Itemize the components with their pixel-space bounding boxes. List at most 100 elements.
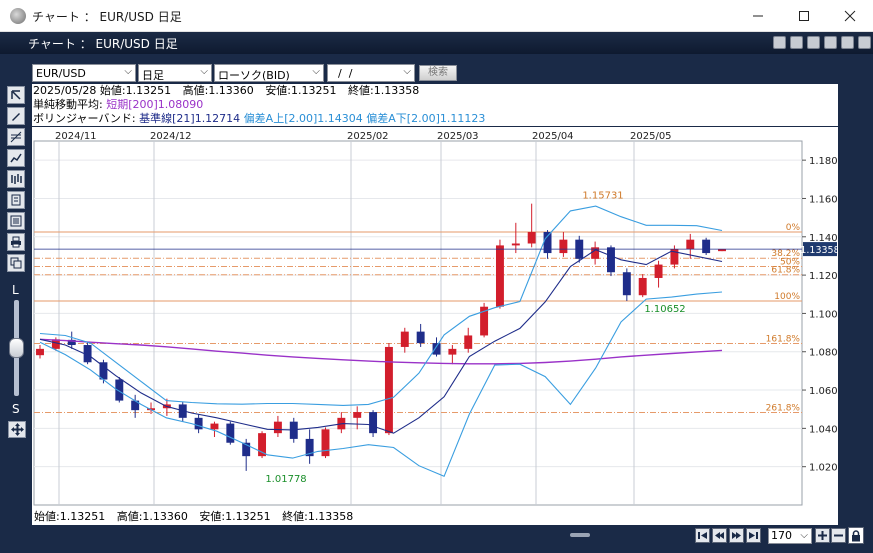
minimize-button[interactable] bbox=[735, 0, 781, 32]
price-annotation-label: 1.01778 bbox=[265, 474, 306, 485]
page-forward-button[interactable] bbox=[729, 528, 744, 543]
popout-icon[interactable] bbox=[858, 36, 871, 49]
zoom-small-label: S bbox=[12, 402, 20, 416]
search-button[interactable]: 検索 bbox=[419, 65, 457, 81]
crosshair-button[interactable] bbox=[8, 421, 26, 438]
symbol-select[interactable]: EUR/USD ⌵ bbox=[32, 64, 136, 82]
sma-label: 単純移動平均: bbox=[33, 98, 103, 111]
window-titlebar: チャート ： EUR/USD 日足 bbox=[0, 0, 873, 32]
price-annotation-label: 1.15731 bbox=[582, 191, 623, 202]
candle-body bbox=[638, 277, 647, 296]
bar-count-select[interactable]: 170 ⌵ bbox=[768, 528, 812, 544]
scroll-grip[interactable] bbox=[570, 533, 590, 537]
document-icon bbox=[11, 194, 21, 206]
zoom-out-button[interactable] bbox=[831, 528, 846, 543]
date-picker[interactable]: / / ⌵ bbox=[327, 64, 415, 82]
candle-body bbox=[495, 245, 504, 307]
candle-body bbox=[448, 348, 457, 355]
document-tool-button[interactable] bbox=[7, 191, 25, 209]
analysis-tool-button[interactable] bbox=[7, 149, 25, 167]
candle-body bbox=[559, 239, 568, 254]
candle-body bbox=[416, 331, 425, 344]
print-tool-button[interactable] bbox=[7, 233, 25, 251]
jump-first-button[interactable] bbox=[695, 528, 710, 543]
ohlc-info-line: 2025/05/28 始値:1.13251 高値:1.13360 安値:1.13… bbox=[32, 84, 838, 98]
minimize-icon bbox=[753, 15, 763, 17]
y-tick-label: 1.16000 bbox=[809, 194, 838, 205]
trendline-tool-button[interactable] bbox=[7, 107, 25, 125]
detach-icon[interactable] bbox=[841, 36, 854, 49]
page-back-button[interactable] bbox=[712, 528, 727, 543]
y-tick-label: 1.02000 bbox=[809, 463, 838, 474]
x-tick-label: 2025/04 bbox=[532, 131, 574, 142]
info-open: 始値:1.13251 bbox=[99, 84, 172, 97]
plot-frame bbox=[33, 140, 803, 506]
copy-icon bbox=[10, 257, 22, 269]
x-tick-label: 2025/05 bbox=[630, 131, 672, 142]
y-tick-label: 1.08000 bbox=[809, 348, 838, 359]
candle-body bbox=[702, 239, 711, 254]
chevron-down-icon: ⌵ bbox=[200, 66, 208, 77]
sma-info-line: 単純移動平均: 短期[200]1.08090 bbox=[32, 98, 838, 112]
chevron-down-icon: ⌵ bbox=[800, 530, 808, 541]
y-tick-label: 1.10000 bbox=[809, 309, 838, 320]
candle-body bbox=[432, 343, 441, 355]
sma-value: 短期[200]1.08090 bbox=[106, 98, 204, 111]
list-tool-button[interactable] bbox=[7, 212, 25, 230]
zoom-in-button[interactable] bbox=[815, 528, 830, 543]
plus-icon bbox=[818, 531, 827, 540]
y-tick-label: 1.04000 bbox=[809, 424, 838, 435]
footer-close: 終値:1.13358 bbox=[282, 510, 354, 523]
print-icon[interactable] bbox=[807, 36, 820, 49]
maximize-icon bbox=[799, 11, 809, 21]
fibonacci-tool-button[interactable] bbox=[7, 128, 25, 146]
current-price-label: 1.13358 bbox=[800, 245, 838, 256]
candle-body bbox=[400, 331, 409, 347]
printer-icon bbox=[11, 236, 21, 248]
x-tick-label: 2024/12 bbox=[150, 131, 192, 142]
bars-icon bbox=[11, 174, 22, 184]
info-close: 終値:1.13358 bbox=[348, 84, 420, 97]
fibonacci-level-label: 161.8% bbox=[766, 334, 801, 344]
list-icon bbox=[10, 215, 22, 227]
copy-tool-button[interactable] bbox=[7, 254, 25, 272]
fibonacci-level-label: 100% bbox=[774, 292, 800, 302]
export-icon[interactable] bbox=[790, 36, 803, 49]
zoom-large-label: L bbox=[12, 283, 19, 297]
chart-type-select-value: ローソク(BID) bbox=[218, 69, 290, 82]
date-picker-value: / / bbox=[331, 67, 353, 80]
footer-high: 高値:1.13360 bbox=[116, 510, 188, 523]
chart-type-select[interactable]: ローソク(BID) ⌵ bbox=[214, 64, 324, 82]
chart-canvas[interactable]: 1.180001.160001.140001.120001.100001.080… bbox=[32, 127, 838, 508]
indicator-tool-button[interactable] bbox=[7, 170, 25, 188]
candle-body bbox=[353, 412, 362, 418]
candle-body bbox=[543, 232, 552, 254]
chevron-down-icon: ⌵ bbox=[124, 66, 132, 77]
settings-icon[interactable] bbox=[773, 36, 786, 49]
footer-low: 安値:1.13251 bbox=[199, 510, 271, 523]
candle-body bbox=[321, 429, 330, 457]
chevron-down-icon: ⌵ bbox=[312, 66, 320, 77]
footer-open: 始値:1.13251 bbox=[34, 510, 106, 523]
candle-body bbox=[210, 423, 219, 430]
close-icon bbox=[844, 10, 856, 22]
y-tick-label: 1.12000 bbox=[809, 271, 838, 282]
app-icon bbox=[10, 8, 26, 24]
cursor-tool-button[interactable] bbox=[7, 86, 25, 104]
layout-icon[interactable] bbox=[824, 36, 837, 49]
zoom-slider-handle[interactable] bbox=[9, 338, 24, 358]
close-button[interactable] bbox=[827, 0, 873, 32]
fibonacci-level-label: 261.8% bbox=[766, 403, 801, 413]
candle-body bbox=[384, 346, 393, 434]
candle-body bbox=[226, 423, 235, 443]
candle-body bbox=[36, 348, 44, 356]
price-chart[interactable]: 1.180001.160001.140001.120001.100001.080… bbox=[32, 127, 838, 508]
candle-body bbox=[686, 239, 695, 250]
jump-last-button[interactable] bbox=[746, 528, 761, 543]
maximize-button[interactable] bbox=[781, 0, 827, 32]
lock-button[interactable] bbox=[848, 527, 864, 544]
window-title: チャート ： EUR/USD 日足 bbox=[32, 10, 182, 24]
candle-body bbox=[654, 264, 663, 278]
x-tick-label: 2025/02 bbox=[347, 131, 389, 142]
period-select[interactable]: 日足 ⌵ bbox=[138, 64, 212, 82]
